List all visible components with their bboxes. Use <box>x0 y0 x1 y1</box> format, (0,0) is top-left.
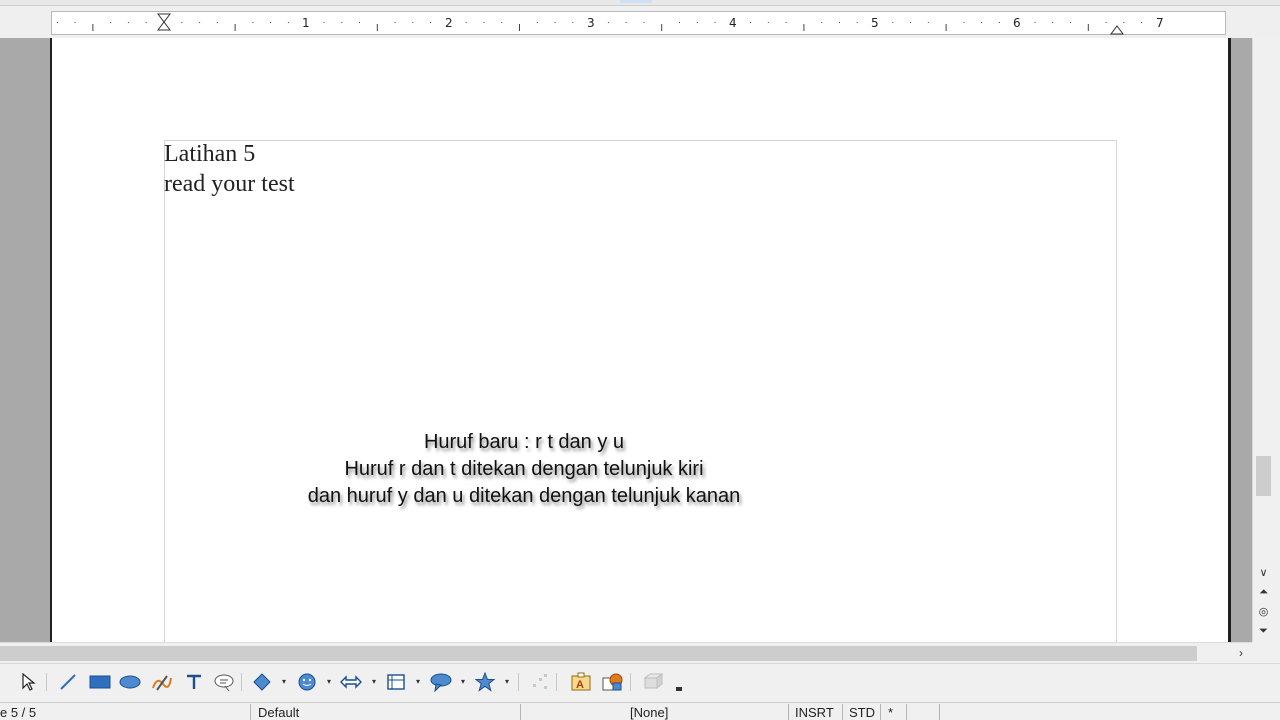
status-separator <box>906 704 907 720</box>
block-arrows-icon[interactable] <box>339 670 363 694</box>
horizontal-scroll-thumb[interactable] <box>0 646 1197 661</box>
selection-mode[interactable]: STD <box>849 705 875 720</box>
page-indicator[interactable]: e 5 / 5 <box>0 705 36 720</box>
ruler-number-2: 2 <box>445 16 453 30</box>
flowchart-dropdown[interactable]: ▾ <box>414 677 422 687</box>
callout-icon[interactable] <box>212 670 236 694</box>
toolbar-separator <box>46 673 47 691</box>
status-separator <box>788 704 789 720</box>
ruler-number-1: 1 <box>302 16 310 30</box>
extrusion-icon[interactable] <box>641 670 665 694</box>
basic-shapes-dropdown[interactable]: ▾ <box>280 677 288 687</box>
ruler-number-3: 3 <box>587 16 595 30</box>
status-separator <box>520 704 521 720</box>
title-accent <box>620 0 652 3</box>
status-bar: e 5 / 5 Default [None] INSRT STD * <box>0 702 1280 720</box>
scroll-down-button[interactable]: ∨ <box>1256 565 1271 581</box>
ruler-number-4: 4 <box>729 16 737 30</box>
shadow-text-line-2[interactable]: Huruf r dan t ditekan dengan telunjuk ki… <box>164 458 884 481</box>
toolbar-overflow-handle[interactable] <box>674 678 684 694</box>
status-separator <box>250 704 251 720</box>
toolbar-separator <box>630 673 631 691</box>
ellipse-icon[interactable] <box>118 670 142 694</box>
toolbar-separator <box>556 673 557 691</box>
horizontal-ruler[interactable]: 1 2 3 4 5 6 7 <box>51 11 1226 35</box>
svg-text:A: A <box>576 679 584 691</box>
shadow-text-line-1[interactable]: Huruf baru : r t dan y u <box>164 431 884 454</box>
from-file-icon[interactable] <box>600 670 624 694</box>
callouts-dropdown[interactable]: ▾ <box>459 677 467 687</box>
right-indent-marker <box>1110 25 1124 35</box>
symbol-shapes-dropdown[interactable]: ▾ <box>325 677 333 687</box>
line-icon[interactable] <box>56 670 80 694</box>
ruler-number-6: 6 <box>1013 16 1021 30</box>
text-boundary <box>164 140 1117 650</box>
drawing-toolbar: ▾ ▾ ▾ ▾ ▾ ▾ A <box>0 663 1280 699</box>
symbol-shapes-icon[interactable] <box>295 670 319 694</box>
vertical-scroll-thumb[interactable] <box>1256 456 1271 496</box>
flowchart-icon[interactable] <box>384 670 408 694</box>
ruler-ticks <box>56 13 1143 35</box>
stars-icon[interactable] <box>473 670 497 694</box>
document-workspace: Latihan 5 read your test Huruf baru : r … <box>0 38 1252 650</box>
left-indent-marker <box>157 13 171 31</box>
insert-mode[interactable]: INSRT <box>795 705 834 720</box>
block-arrows-dropdown[interactable]: ▾ <box>370 677 378 687</box>
toolbar-separator <box>241 673 242 691</box>
ruler-number-7: 7 <box>1156 16 1164 30</box>
fontwork-icon[interactable]: A <box>569 670 593 694</box>
document-body-line[interactable]: read your test <box>164 171 295 198</box>
previous-page-button[interactable]: ⏶ <box>1256 584 1271 600</box>
page-right-border <box>1228 38 1231 642</box>
next-page-button[interactable]: ⏷ <box>1256 623 1271 639</box>
scroll-right-button[interactable]: › <box>1232 645 1250 661</box>
vertical-scrollbar[interactable]: ∨ ⏶ ◎ ⏷ <box>1252 38 1272 642</box>
stars-dropdown[interactable]: ▾ <box>503 677 511 687</box>
text-icon[interactable] <box>182 670 206 694</box>
ruler-number-5: 5 <box>871 16 879 30</box>
status-separator <box>842 704 843 720</box>
text-language[interactable]: [None] <box>630 705 668 720</box>
rectangle-icon[interactable] <box>88 670 112 694</box>
navigation-object-button[interactable]: ◎ <box>1256 604 1271 620</box>
shadow-text-line-3[interactable]: dan huruf y dan u ditekan dengan telunju… <box>164 485 884 508</box>
toolbar-separator <box>518 673 519 691</box>
ruler-area: 1 2 3 4 5 6 7 <box>0 6 1280 38</box>
points-icon[interactable] <box>528 670 552 694</box>
document-modified-indicator[interactable]: * <box>888 705 893 720</box>
horizontal-scrollbar[interactable]: › <box>0 642 1252 662</box>
callouts-icon[interactable] <box>429 670 453 694</box>
page-style[interactable]: Default <box>258 705 299 720</box>
status-separator <box>939 704 940 720</box>
freeform-icon[interactable] <box>150 670 174 694</box>
document-heading-line[interactable]: Latihan 5 <box>164 141 255 168</box>
select-icon[interactable] <box>16 670 40 694</box>
status-separator <box>880 704 881 720</box>
basic-shapes-icon[interactable] <box>250 670 274 694</box>
